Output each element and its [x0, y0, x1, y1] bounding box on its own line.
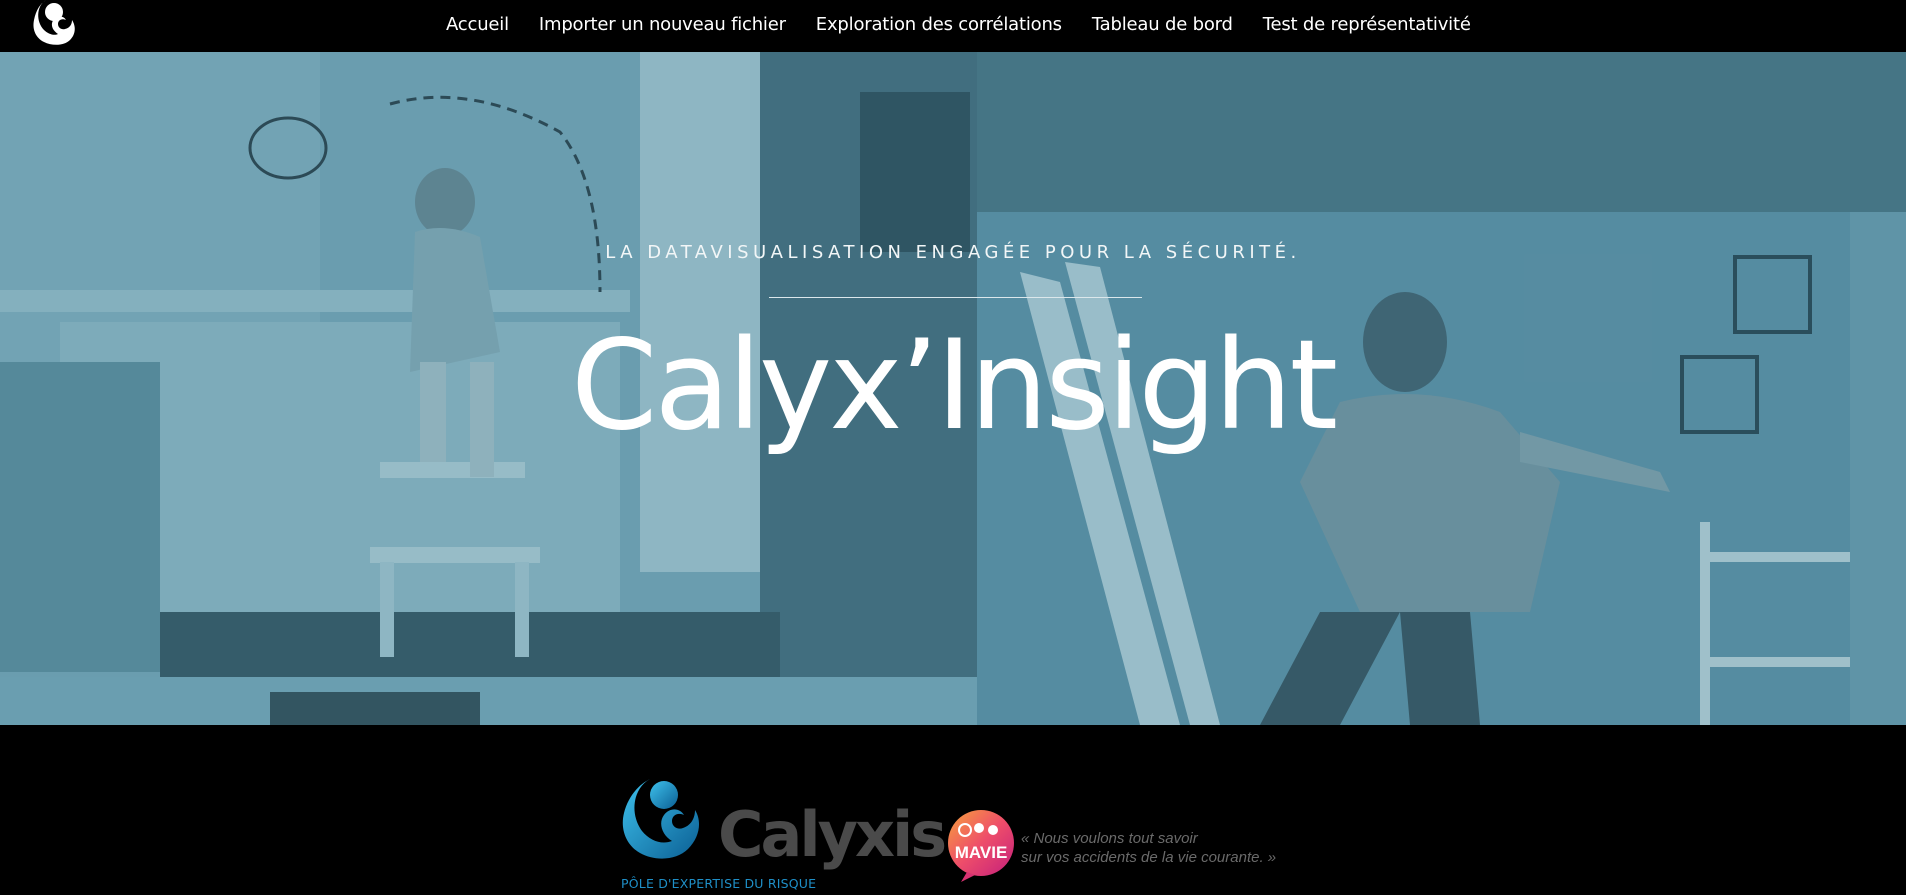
calyxis-logo-icon[interactable]	[32, 0, 80, 46]
mavie-quote-line-2: sur vos accidents de la vie courante. »	[1021, 849, 1277, 866]
hero-title: Calyx’Insight	[570, 314, 1338, 458]
nav-item-exploration[interactable]: Exploration des corrélations	[816, 14, 1062, 35]
mavie-quote: « Nous voulons tout savoir sur vos accid…	[1021, 829, 1276, 867]
nav-item-test-representativite[interactable]: Test de représentativité	[1263, 14, 1471, 35]
nav-item-importer[interactable]: Importer un nouveau fichier	[539, 14, 786, 35]
mavie-logo-icon[interactable]: MAVIE	[947, 810, 1015, 882]
mavie-quote-line-1: « Nous voulons tout savoir	[1021, 830, 1198, 847]
nav-menu: Accueil Importer un nouveau fichier Expl…	[434, 0, 1486, 48]
top-navbar: Accueil Importer un nouveau fichier Expl…	[0, 0, 1906, 52]
mavie-logo-text: MAVIE	[955, 843, 1008, 862]
calyxis-subtitle: PÔLE D'EXPERTISE DU RISQUE	[621, 876, 817, 891]
hero-tagline: LA DATAVISUALISATION ENGAGÉE POUR LA SÉC…	[605, 242, 1301, 263]
hero-section: LA DATAVISUALISATION ENGAGÉE POUR LA SÉC…	[0, 52, 1906, 725]
nav-item-accueil[interactable]: Accueil	[446, 14, 509, 35]
calyxis-brand-name: Calyxis	[718, 798, 947, 871]
hero-divider	[769, 297, 1142, 298]
footer: Calyxis PÔLE D'EXPERTISE DU RISQUE MAVIE…	[0, 725, 1906, 895]
nav-item-tableau-de-bord[interactable]: Tableau de bord	[1092, 14, 1233, 35]
